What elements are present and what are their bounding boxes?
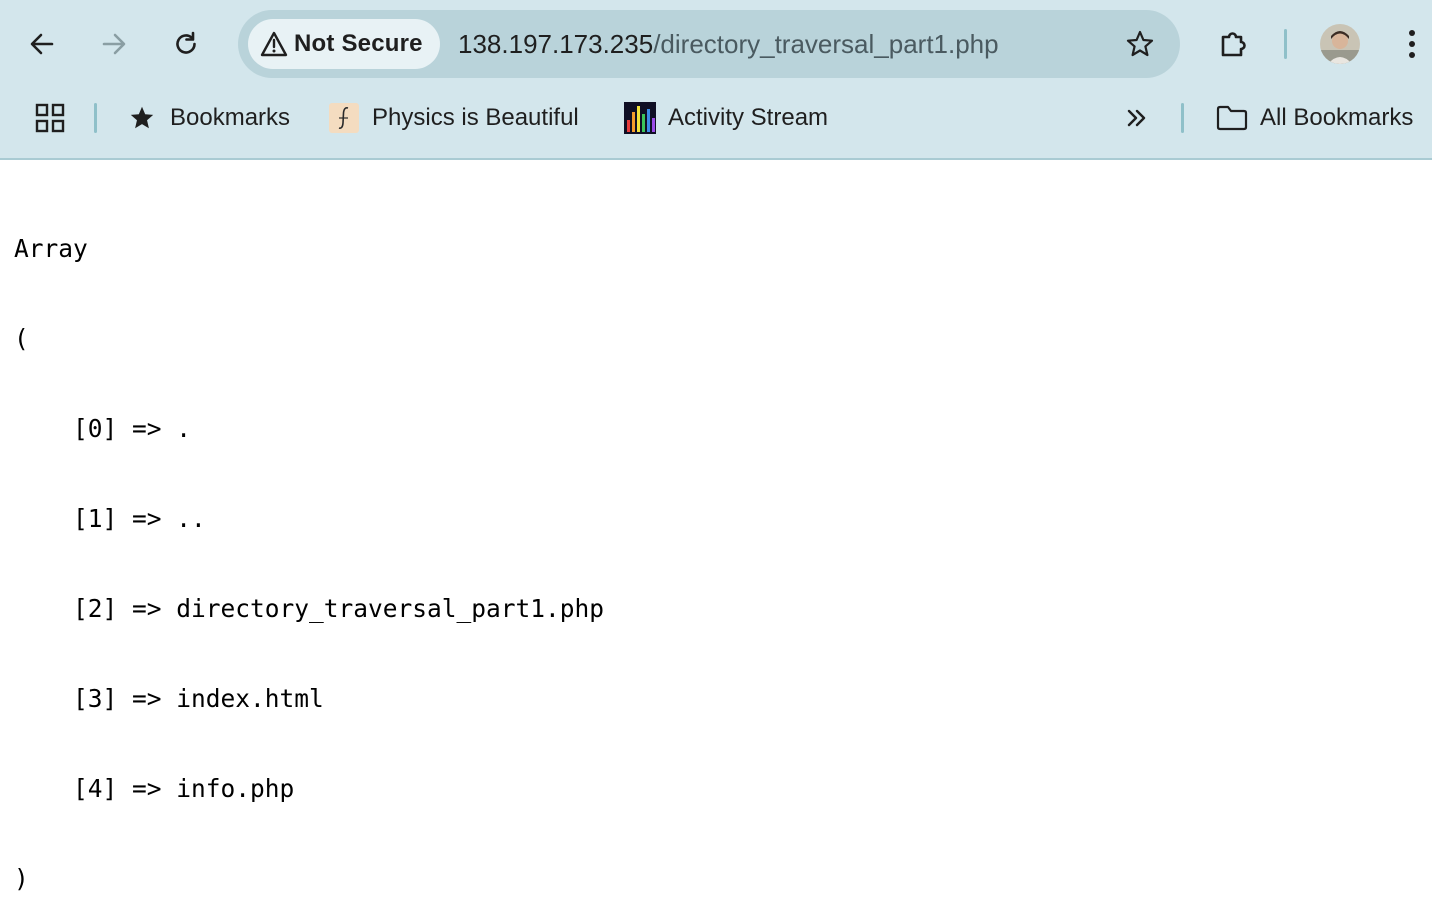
star-filled-icon <box>126 102 158 134</box>
reload-button[interactable] <box>164 22 208 66</box>
output-line: [2] => directory_traversal_part1.php <box>14 594 605 623</box>
extensions-puzzle-icon <box>1221 32 1246 57</box>
bookmark-label: Activity Stream <box>668 104 829 131</box>
apps-grid-icon <box>35 103 65 133</box>
browser-toolbar: Not Secure 138.197.173.235/directory_tra… <box>0 0 1432 88</box>
physics-favicon <box>328 102 360 134</box>
browser-chrome: Not Secure 138.197.173.235/directory_tra… <box>0 0 1432 160</box>
back-arrow-icon <box>30 33 54 55</box>
toolbar-separator <box>1284 29 1287 59</box>
page-content: Array ( [0] => . [1] => .. [2] => direct… <box>14 174 604 924</box>
output-line: [4] => info.php <box>14 774 295 803</box>
bookmarks-overflow-button[interactable] <box>1124 88 1150 148</box>
apps-button[interactable] <box>34 88 66 148</box>
output-line: [3] => index.html <box>14 684 324 713</box>
bookmarks-bar: Bookmarks Physics is Beautiful Activity … <box>0 88 1432 156</box>
all-bookmarks-label: All Bookmarks <box>1260 104 1414 131</box>
extensions-button[interactable] <box>1212 22 1256 66</box>
bookmark-label: Physics is Beautiful <box>372 104 579 131</box>
url-text[interactable]: 138.197.173.235/directory_traversal_part… <box>458 10 999 78</box>
folder-icon <box>1216 102 1248 134</box>
back-button[interactable] <box>20 22 64 66</box>
output-line: [1] => .. <box>14 504 206 533</box>
star-icon <box>1126 30 1154 57</box>
url-host: 138.197.173.235 <box>458 29 654 59</box>
bookmarks-separator <box>1181 103 1184 133</box>
forward-button[interactable] <box>92 22 136 66</box>
kebab-menu-icon <box>1409 30 1415 58</box>
output-line: [0] => . <box>14 414 192 443</box>
bookmark-label: Bookmarks <box>170 104 291 131</box>
reload-icon <box>176 31 196 54</box>
bookmark-item-physics-is-beautiful[interactable]: Physics is Beautiful <box>328 88 579 148</box>
chevron-double-right-icon <box>1127 109 1146 127</box>
bookmark-star-button[interactable] <box>1118 22 1162 66</box>
all-bookmarks-button[interactable]: All Bookmarks <box>1216 88 1413 148</box>
output-line: ( <box>14 324 29 353</box>
profile-avatar[interactable] <box>1320 24 1360 64</box>
output-line: ) <box>14 864 29 893</box>
warning-triangle-icon <box>260 30 288 58</box>
security-label: Not Secure <box>294 30 423 57</box>
browser-menu-button[interactable] <box>1390 22 1432 66</box>
activity-stream-favicon <box>624 102 656 134</box>
bookmarks-separator <box>94 103 97 133</box>
url-path: /directory_traversal_part1.php <box>653 29 999 59</box>
forward-arrow-icon <box>102 33 126 55</box>
security-indicator[interactable]: Not Secure <box>248 19 440 69</box>
address-bar[interactable]: Not Secure 138.197.173.235/directory_tra… <box>238 10 1180 78</box>
bookmark-item-activity-stream[interactable]: Activity Stream <box>624 88 828 148</box>
output-line: Array <box>14 234 88 263</box>
bookmark-item-bookmarks[interactable]: Bookmarks <box>126 88 290 148</box>
